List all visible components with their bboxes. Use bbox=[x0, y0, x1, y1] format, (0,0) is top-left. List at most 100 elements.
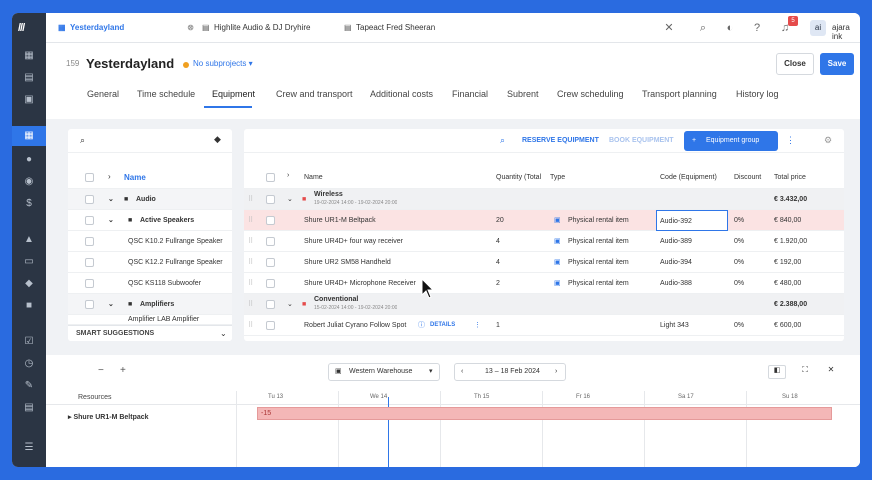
clock-icon[interactable]: ◷ bbox=[22, 357, 36, 371]
drag-handle-icon[interactable]: ⠿ bbox=[248, 273, 253, 294]
table-row[interactable]: ⠿ Shure UR1-M Beltpack 20 ▣ Physical ren… bbox=[244, 210, 844, 231]
drag-handle-icon[interactable]: ⠿ bbox=[248, 231, 253, 252]
item-discount[interactable]: 0% bbox=[734, 231, 744, 252]
table-row[interactable]: ⠿ Shure UR4D+ four way receiver 4 ▣ Phys… bbox=[244, 231, 844, 252]
projects-icon[interactable]: ▦ bbox=[12, 126, 46, 146]
checklist-icon[interactable]: ☑ bbox=[22, 335, 36, 349]
select-all-checkbox[interactable] bbox=[266, 173, 275, 182]
theme-icon[interactable]: ◐ bbox=[723, 21, 737, 35]
tab-time-schedule[interactable]: Time schedule bbox=[137, 89, 195, 99]
item-quantity[interactable]: 4 bbox=[496, 252, 500, 273]
item-name[interactable]: Robert Juliat Cyrano Follow Spot bbox=[304, 315, 414, 336]
chevron-right-icon[interactable]: › bbox=[287, 172, 289, 179]
col-discount[interactable]: Discount bbox=[734, 174, 761, 181]
item-code[interactable]: Light 343 bbox=[660, 315, 689, 336]
col-code[interactable]: Code (Equipment) bbox=[660, 174, 717, 181]
checkbox[interactable] bbox=[266, 237, 275, 246]
dashboard-icon[interactable]: ▦ bbox=[22, 49, 36, 63]
select-all-checkbox[interactable] bbox=[85, 173, 94, 182]
tree-group-active-speakers[interactable]: ⌄ ■ Active Speakers bbox=[68, 210, 232, 231]
table-group-row[interactable]: ⠿ ⌄ ■ Conventional 15-02-2024 14:00 - 19… bbox=[244, 294, 844, 315]
table-row[interactable]: ⠿ Robert Juliat Cyrano Follow Spot ⓘ DET… bbox=[244, 315, 844, 336]
name-column-header[interactable]: Name bbox=[124, 173, 146, 182]
chevron-down-icon[interactable]: ⌄ bbox=[287, 294, 293, 315]
more-options-icon[interactable]: ⋮ bbox=[474, 315, 481, 336]
more-options-icon[interactable]: ⋮ bbox=[786, 135, 795, 146]
compass-icon[interactable]: ◉ bbox=[22, 175, 36, 189]
save-button[interactable]: Save bbox=[820, 53, 854, 75]
tab-financial[interactable]: Financial bbox=[452, 89, 488, 99]
crew-icon[interactable]: ◆ bbox=[22, 277, 36, 291]
zoom-out-button[interactable]: − bbox=[98, 365, 104, 376]
tree-item[interactable]: QSC K12.2 Fullrange Speaker bbox=[68, 252, 232, 273]
reserve-equipment-button[interactable]: RESERVE EQUIPMENT bbox=[522, 137, 599, 144]
zoom-in-button[interactable]: + bbox=[120, 365, 126, 376]
next-icon[interactable]: › bbox=[555, 364, 557, 380]
warehouse-select[interactable]: ▣ Western Warehouse ▾ bbox=[328, 363, 440, 381]
item-code[interactable]: Audio-394 bbox=[660, 252, 692, 273]
book-equipment-button[interactable]: BOOK EQUIPMENT bbox=[609, 137, 674, 144]
truck-icon[interactable]: ■ bbox=[22, 299, 36, 313]
app-logo[interactable]: /// bbox=[18, 22, 25, 34]
drag-handle-icon[interactable]: ⠿ bbox=[248, 252, 253, 273]
col-quantity[interactable]: Quantity (Total bbox=[496, 174, 541, 181]
smart-suggestions-toggle[interactable]: SMART SUGGESTIONS ⌄ bbox=[68, 325, 232, 341]
item-name[interactable]: Shure UR1-M Beltpack bbox=[304, 210, 376, 231]
item-discount[interactable]: 0% bbox=[734, 252, 744, 273]
drag-handle-icon[interactable]: ⠿ bbox=[248, 294, 253, 315]
item-code[interactable]: Audio-388 bbox=[660, 273, 692, 294]
resource-row-label[interactable]: ▸ Shure UR1-M Beltpack bbox=[68, 413, 149, 421]
table-group-row[interactable]: ⠿ ⌄ ■ Wireless 19-02-2024 14:00 - 19-02-… bbox=[244, 189, 844, 210]
item-name[interactable]: Shure UR2 SM58 Handheld bbox=[304, 252, 391, 273]
tab-highlite[interactable]: ▤ Highlite Audio & DJ Dryhire bbox=[198, 13, 338, 43]
drag-handle-icon[interactable]: ⠿ bbox=[248, 189, 253, 210]
checkbox[interactable] bbox=[266, 195, 275, 204]
tree-item[interactable]: QSC K10.2 Fullrange Speaker bbox=[68, 231, 232, 252]
tree-item[interactable]: QSC KS118 Subwoofer bbox=[68, 273, 232, 294]
drag-handle-icon[interactable]: ⠿ bbox=[248, 210, 253, 231]
tab-tapeact[interactable]: ▤ Tapeact Fred Sheeran bbox=[340, 13, 480, 43]
item-discount[interactable]: 0% bbox=[734, 315, 744, 336]
item-quantity[interactable]: 1 bbox=[496, 315, 500, 336]
search-icon[interactable]: ⌕ bbox=[500, 135, 505, 146]
item-name[interactable]: Shure UR4D+ four way receiver bbox=[304, 231, 403, 252]
chevron-down-icon[interactable]: ⌄ bbox=[108, 294, 114, 315]
close-icon[interactable]: ✕ bbox=[662, 21, 676, 35]
tree-search-bar[interactable]: ⌕ ◆ bbox=[68, 129, 232, 153]
tab-yesterdayland[interactable]: ▦ Yesterdayland ⊗ bbox=[54, 13, 194, 43]
messages-icon[interactable]: ☰ bbox=[22, 441, 36, 455]
search-icon[interactable]: ⌕ bbox=[696, 21, 710, 35]
building-icon[interactable]: ▣ bbox=[22, 93, 36, 107]
fullscreen-icon[interactable]: ⛶ bbox=[796, 365, 814, 379]
item-code[interactable]: Audio-392 bbox=[656, 210, 728, 231]
item-quantity[interactable]: 2 bbox=[496, 273, 500, 294]
checkbox[interactable] bbox=[266, 216, 275, 225]
avatar[interactable]: ai bbox=[810, 20, 826, 36]
tab-crew-transport[interactable]: Crew and transport bbox=[276, 89, 353, 99]
item-discount[interactable]: 0% bbox=[734, 210, 744, 231]
chevron-down-icon[interactable]: ⌄ bbox=[108, 189, 114, 210]
col-type[interactable]: Type bbox=[550, 174, 565, 181]
close-button[interactable]: Close bbox=[776, 53, 814, 75]
checkbox[interactable] bbox=[85, 216, 94, 225]
sidebar-toggle-icon[interactable]: ◧ bbox=[768, 365, 786, 379]
tab-crew-scheduling[interactable]: Crew scheduling bbox=[557, 89, 624, 99]
tree-group-audio[interactable]: ⌄ ■ Audio bbox=[68, 189, 232, 210]
tab-transport-planning[interactable]: Transport planning bbox=[642, 89, 717, 99]
checkbox[interactable] bbox=[85, 279, 94, 288]
checkbox[interactable] bbox=[266, 321, 275, 330]
dollar-icon[interactable]: $ bbox=[22, 197, 36, 211]
item-discount[interactable]: 0% bbox=[734, 273, 744, 294]
tab-equipment[interactable]: Equipment bbox=[212, 89, 255, 99]
tab-general[interactable]: General bbox=[87, 89, 119, 99]
drag-handle-icon[interactable]: ⠿ bbox=[248, 315, 253, 336]
col-name[interactable]: Name bbox=[304, 174, 323, 181]
gear-icon[interactable]: ⚙ bbox=[824, 135, 832, 146]
chevron-down-icon[interactable]: ⌄ bbox=[108, 210, 114, 231]
add-equipment-group-button[interactable]: + Equipment group bbox=[684, 131, 778, 151]
checkbox[interactable] bbox=[266, 279, 275, 288]
col-total[interactable]: Total price bbox=[774, 174, 806, 181]
checkbox[interactable] bbox=[266, 300, 275, 309]
item-quantity[interactable]: 4 bbox=[496, 231, 500, 252]
checkbox[interactable] bbox=[85, 258, 94, 267]
